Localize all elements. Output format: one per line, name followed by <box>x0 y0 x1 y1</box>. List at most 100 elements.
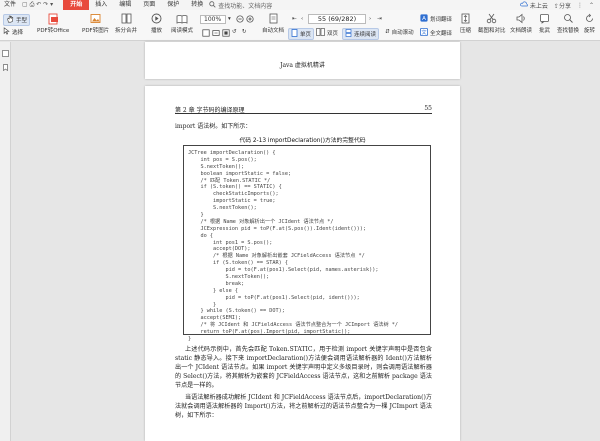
pdf-image-icon <box>89 12 102 25</box>
auto-doc-icon <box>267 12 280 25</box>
split-merge-button[interactable]: 拆分合并 <box>115 12 137 34</box>
zoom-dropdown-icon[interactable]: ▾ <box>228 16 231 22</box>
fit-width-icon[interactable] <box>212 29 220 37</box>
translate-icon: A <box>420 14 428 24</box>
menu-start[interactable]: 开始 <box>63 0 90 10</box>
read-mode-button[interactable]: 阅读模式 <box>171 12 193 34</box>
continuous-icon <box>345 29 352 39</box>
full-translate-button[interactable]: 文 全文翻译 <box>420 28 452 38</box>
auto-scroll-label: 自动滚动 <box>391 30 414 36</box>
cloud-label: 未上云 <box>529 2 548 10</box>
zoom-out-icon[interactable] <box>236 15 244 23</box>
play-button[interactable]: 播放 <box>150 12 163 34</box>
hand-tool-button[interactable]: 手型 <box>3 14 31 26</box>
code-line: pid = toP(F.at(pos1).Select(pid, ident()… <box>188 294 360 301</box>
find-replace-button[interactable]: 查找替换 <box>557 12 579 34</box>
select-label: 选择 <box>12 30 24 36</box>
page-number-input[interactable]: 55 (69/282) <box>308 14 366 24</box>
more-icon[interactable]: ⋮ <box>577 2 583 9</box>
auto-scroll-button[interactable]: ⇵ 自动滚动 <box>385 28 414 36</box>
bookmark-icon[interactable] <box>2 64 9 72</box>
cloud-status[interactable]: 未上云 <box>520 1 548 10</box>
menu-convert[interactable]: 转换 <box>185 0 209 10</box>
read-aloud-button[interactable]: 文档朗读 <box>510 12 532 34</box>
code-line: /* 根据 Name 对象解析出一个 JCIdent 语法节点 */ <box>188 218 334 225</box>
search-placeholder: 查找功能、文档内容 <box>218 2 273 10</box>
code-listing: JCTree importDeclaration() { int pos = S… <box>183 145 431 342</box>
menu-protect[interactable]: 保护 <box>161 0 185 10</box>
body-paragraph: 上述代码示例中，首先会匹配 Token.STATIC，用于检测 import 关… <box>175 346 432 389</box>
find-replace-label: 查找替换 <box>557 28 580 34</box>
compress-button[interactable]: 压缩 <box>459 12 472 34</box>
rotate-left-icon[interactable]: ↺ <box>232 29 237 35</box>
share-button[interactable]: ⇪分享 <box>554 1 571 10</box>
code-line: if (S.token() == STAR) { <box>188 260 288 267</box>
left-sidebar <box>0 42 11 441</box>
first-page-icon[interactable]: ⇤ <box>292 16 297 22</box>
code-line: JCExpression pid = toP(F.at(S.pos()).Ide… <box>188 225 367 232</box>
double-page-button[interactable]: 双页 <box>316 28 338 38</box>
intro-text: import 语法树。如下所示： <box>175 123 252 130</box>
search-box[interactable]: 查找功能、文档内容 <box>209 0 273 10</box>
collapse-icon[interactable]: ⌃ <box>589 2 594 9</box>
code-line: int pos = S.pos(); <box>188 156 257 163</box>
pdf-convert-icon <box>47 12 60 25</box>
prev-page-icon[interactable]: ‹ <box>301 16 303 22</box>
continuous-read-button[interactable]: 连续阅读 <box>342 28 380 40</box>
rotate-label: 旋转 <box>583 28 595 34</box>
full-translate-icon: 文 <box>420 28 428 38</box>
rotate-right-icon[interactable]: ↻ <box>242 29 247 35</box>
play-icon <box>150 12 163 25</box>
annotate-label: 批武 <box>538 28 550 34</box>
code-line: pid = to(F.at(pos1).Select(pid, names.as… <box>188 267 379 274</box>
speaker-icon <box>515 12 528 25</box>
auto-doc-label: 自动文档 <box>262 28 285 34</box>
annotate-button[interactable]: 批武 <box>538 12 551 34</box>
code-line: if (S.token() == STATIC) { <box>188 184 282 191</box>
page-current: 第 2 章 字节码的编译原理 55 import 语法树。如下所示： 代码 2-… <box>145 86 460 441</box>
code-line: } <box>188 336 192 343</box>
code-line: do { <box>188 232 213 239</box>
word-translate-button[interactable]: A 划词翻译 <box>420 14 452 24</box>
scissors-icon <box>485 12 498 25</box>
continuous-read-label: 连续阅读 <box>354 32 377 38</box>
quick-access-icons[interactable]: ▢ ⎙ ↶ ↷ ▾ <box>22 1 53 9</box>
thumbnail-icon[interactable] <box>2 50 9 57</box>
code-line: return toP(F.at(pos).Import(pid, importS… <box>188 329 351 336</box>
full-translate-label: 全文翻译 <box>430 31 453 37</box>
single-page-button[interactable]: 单页 <box>288 28 315 40</box>
code-line: importStatic = true; <box>188 198 276 205</box>
pdf-to-image-button[interactable]: PDF转图片 <box>82 12 109 34</box>
single-page-label: 单页 <box>300 32 312 38</box>
fit-page-icon[interactable] <box>202 29 210 37</box>
hand-label: 手型 <box>16 18 28 24</box>
single-page-icon <box>291 29 298 39</box>
word-translate-label: 划词翻译 <box>430 17 453 23</box>
menu-edit[interactable]: 编辑 <box>113 0 137 10</box>
pdf-to-office-button[interactable]: PDF转Office <box>37 12 69 34</box>
page-number: 55 <box>424 105 432 112</box>
last-page-icon[interactable]: ⇥ <box>377 16 382 22</box>
code-caption: 代码 2-13 importDeclaration()方法的完整代码 <box>239 138 366 144</box>
menu-insert[interactable]: 插入 <box>89 0 113 10</box>
code-line: } <box>188 212 204 219</box>
share-label: 分享 <box>558 2 571 10</box>
code-line: break; <box>188 280 245 287</box>
zoom-input[interactable]: 100% <box>200 15 226 24</box>
zoom-in-icon[interactable] <box>246 15 254 23</box>
compress-label: 压缩 <box>459 28 471 34</box>
search-icon <box>209 0 216 10</box>
rotate-button[interactable]: 旋转 <box>583 12 596 34</box>
screenshot-compare-button[interactable]: 截图和对比 <box>478 12 506 34</box>
body-paragraph: 当语法解析器成功解析 JCIdent 和 JCFieldAccess 语法节点后… <box>175 394 432 419</box>
find-replace-icon <box>562 12 575 25</box>
select-tool-button[interactable]: 选择 <box>3 27 23 37</box>
actual-size-icon[interactable] <box>222 29 230 37</box>
auto-doc-button[interactable]: 自动文档 <box>262 12 284 34</box>
next-page-icon[interactable]: › <box>369 16 371 22</box>
menu-page[interactable]: 页面 <box>137 0 161 10</box>
ribbon-toolbar: 手型 选择 PDF转Office PDF转图片 拆分合并 播放 阅读模式 100… <box>0 10 600 41</box>
code-line: S.nextToken(); <box>188 205 257 212</box>
menu-file[interactable]: 文件 <box>0 0 22 10</box>
code-line: int pos1 = S.pos(); <box>188 239 273 246</box>
